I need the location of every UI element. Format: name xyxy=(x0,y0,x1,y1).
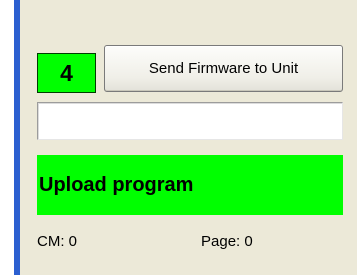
left-margin xyxy=(0,0,14,275)
step-number-badge: 4 xyxy=(37,53,96,93)
firmware-upload-panel: 4 Send Firmware to Unit Upload program C… xyxy=(0,0,357,275)
cm-counter: CM: 0 xyxy=(37,233,78,250)
upload-progress-bar xyxy=(37,102,343,140)
left-accent-rail xyxy=(14,0,20,275)
page-counter: Page: 0 xyxy=(201,233,253,250)
status-banner: Upload program xyxy=(37,155,343,215)
send-firmware-button[interactable]: Send Firmware to Unit xyxy=(104,45,343,92)
